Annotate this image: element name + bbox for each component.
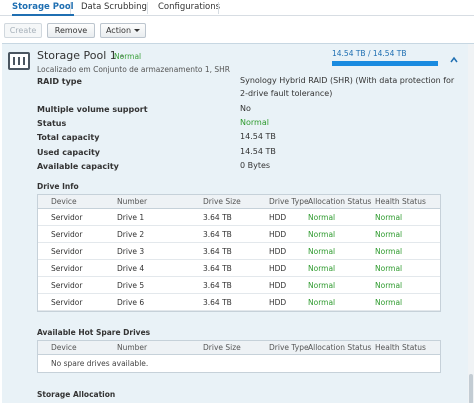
table-cell: Servidor <box>51 264 83 273</box>
table-row[interactable]: Servidor Drive 6 3.64 TB HDD Normal Normal <box>38 294 440 311</box>
column-header[interactable]: Number <box>117 197 147 206</box>
table-cell: Normal <box>308 230 336 239</box>
action-dropdown-button[interactable]: Action <box>100 23 146 38</box>
table-row[interactable]: Servidor Drive 1 3.64 TB HDD Normal Normal <box>38 209 440 226</box>
tab-bar: Storage Pool Data Scrubbing Configuratio… <box>0 0 474 16</box>
table-row[interactable]: Servidor Drive 5 3.64 TB HDD Normal Normal <box>38 277 440 294</box>
table-cell: Servidor <box>51 213 83 222</box>
table-cell: Servidor <box>51 247 83 256</box>
chevron-down-icon <box>134 29 141 32</box>
table-row[interactable]: Servidor Drive 2 3.64 TB HDD Normal Normal <box>38 226 440 243</box>
empty-message: No spare drives available. <box>51 359 149 368</box>
tab-storage-pool[interactable]: Storage Pool <box>12 0 74 16</box>
table-cell: Normal <box>308 264 336 273</box>
storage-allocation-heading: Storage Allocation <box>37 390 116 399</box>
used-capacity-value: 14.54 TB <box>240 147 276 156</box>
table-cell: Normal <box>375 281 403 290</box>
column-header[interactable]: Drive Type <box>269 343 309 352</box>
table-cell: 3.64 TB <box>203 230 232 239</box>
table-cell: Normal <box>308 247 336 256</box>
raid-type-value: Synology Hybrid RAID (SHR) (With data pr… <box>240 76 455 98</box>
table-header: Device Number Drive Size Drive Type Allo… <box>38 195 440 209</box>
table-cell: Normal <box>308 298 336 307</box>
table-cell: 3.64 TB <box>203 264 232 273</box>
table-cell: HDD <box>269 213 287 222</box>
available-capacity-value: 0 Bytes <box>240 161 271 170</box>
toolbar: Create Remove Action <box>0 17 474 43</box>
tab-divider <box>147 2 148 14</box>
table-cell: HDD <box>269 298 287 307</box>
table-cell: 3.64 TB <box>203 247 232 256</box>
table-cell: Servidor <box>51 298 83 307</box>
drive-info-table: Device Number Drive Size Drive Type Allo… <box>37 194 441 312</box>
table-cell: 3.64 TB <box>203 213 232 222</box>
table-cell: Servidor <box>51 230 83 239</box>
table-cell: Normal <box>375 247 403 256</box>
table-cell: HDD <box>269 264 287 273</box>
total-capacity-value: 14.54 TB <box>240 132 276 141</box>
table-cell: 3.64 TB <box>203 298 232 307</box>
status-label: Status <box>37 119 67 128</box>
empty-message-row: No spare drives available. <box>38 355 440 372</box>
column-header[interactable]: Number <box>117 343 147 352</box>
storage-pool-panel[interactable]: Storage Pool 1 - Normal Localizado em Co… <box>2 43 474 403</box>
table-cell: HDD <box>269 281 287 290</box>
raid-type-label: RAID type <box>37 77 82 86</box>
table-cell: Normal <box>375 230 403 239</box>
table-cell: Drive 6 <box>117 298 145 307</box>
table-row[interactable]: Servidor Drive 4 3.64 TB HDD Normal Normal <box>38 260 440 277</box>
pool-location: Localizado em Conjunto de armazenamento … <box>37 65 231 74</box>
table-cell: Drive 5 <box>117 281 145 290</box>
hot-spare-table: Device Number Drive Size Drive Type Allo… <box>37 340 441 373</box>
table-cell: 3.64 TB <box>203 281 232 290</box>
table-cell: Normal <box>308 213 336 222</box>
chevron-up-icon[interactable] <box>450 56 458 64</box>
table-cell: Servidor <box>51 281 83 290</box>
tab-configurations[interactable]: Configurations <box>158 0 220 16</box>
action-button-label: Action <box>105 26 132 35</box>
available-capacity-label: Available capacity <box>37 162 119 171</box>
multiple-volume-value: No <box>240 104 251 113</box>
storage-pool-icon <box>8 52 30 70</box>
column-header[interactable]: Allocation Status <box>308 197 371 206</box>
table-cell: Normal <box>375 264 403 273</box>
capacity-bar <box>332 61 438 66</box>
table-cell: Normal <box>375 213 403 222</box>
table-cell: HDD <box>269 247 287 256</box>
vertical-scrollbar[interactable] <box>468 44 474 403</box>
table-row[interactable]: Servidor Drive 3 3.64 TB HDD Normal Normal <box>38 243 440 260</box>
table-cell: Normal <box>375 298 403 307</box>
tab-divider <box>218 2 219 14</box>
column-header[interactable]: Health Status <box>375 197 426 206</box>
drive-info-heading: Drive Info <box>37 182 79 191</box>
column-header[interactable]: Drive Size <box>203 197 241 206</box>
create-button[interactable]: Create <box>4 23 42 38</box>
column-header[interactable]: Drive Size <box>203 343 241 352</box>
tab-data-scrubbing[interactable]: Data Scrubbing <box>81 0 147 16</box>
multiple-volume-label: Multiple volume support <box>37 105 148 114</box>
column-header[interactable]: Drive Type <box>269 197 309 206</box>
hot-spare-heading: Available Hot Spare Drives <box>37 328 151 337</box>
table-cell: Drive 4 <box>117 264 145 273</box>
status-value: Normal <box>240 118 269 127</box>
pool-title: Storage Pool 1 - <box>37 49 125 62</box>
column-header[interactable]: Device <box>51 197 77 206</box>
column-header[interactable]: Device <box>51 343 77 352</box>
column-header[interactable]: Allocation Status <box>308 343 371 352</box>
table-cell: Drive 2 <box>117 230 145 239</box>
pool-status-badge: Normal <box>114 52 142 61</box>
remove-button[interactable]: Remove <box>47 23 95 38</box>
table-cell: HDD <box>269 230 287 239</box>
capacity-bar-fill <box>332 61 438 66</box>
table-cell: Normal <box>308 281 336 290</box>
tab-divider <box>70 2 71 14</box>
table-cell: Drive 1 <box>117 213 145 222</box>
column-header[interactable]: Health Status <box>375 343 426 352</box>
used-capacity-label: Used capacity <box>37 148 100 157</box>
table-header: Device Number Drive Size Drive Type Allo… <box>38 341 440 355</box>
table-cell: Drive 3 <box>117 247 145 256</box>
total-capacity-label: Total capacity <box>37 133 100 142</box>
scrollbar-thumb[interactable] <box>469 374 473 403</box>
capacity-text: 14.54 TB / 14.54 TB <box>332 49 407 58</box>
